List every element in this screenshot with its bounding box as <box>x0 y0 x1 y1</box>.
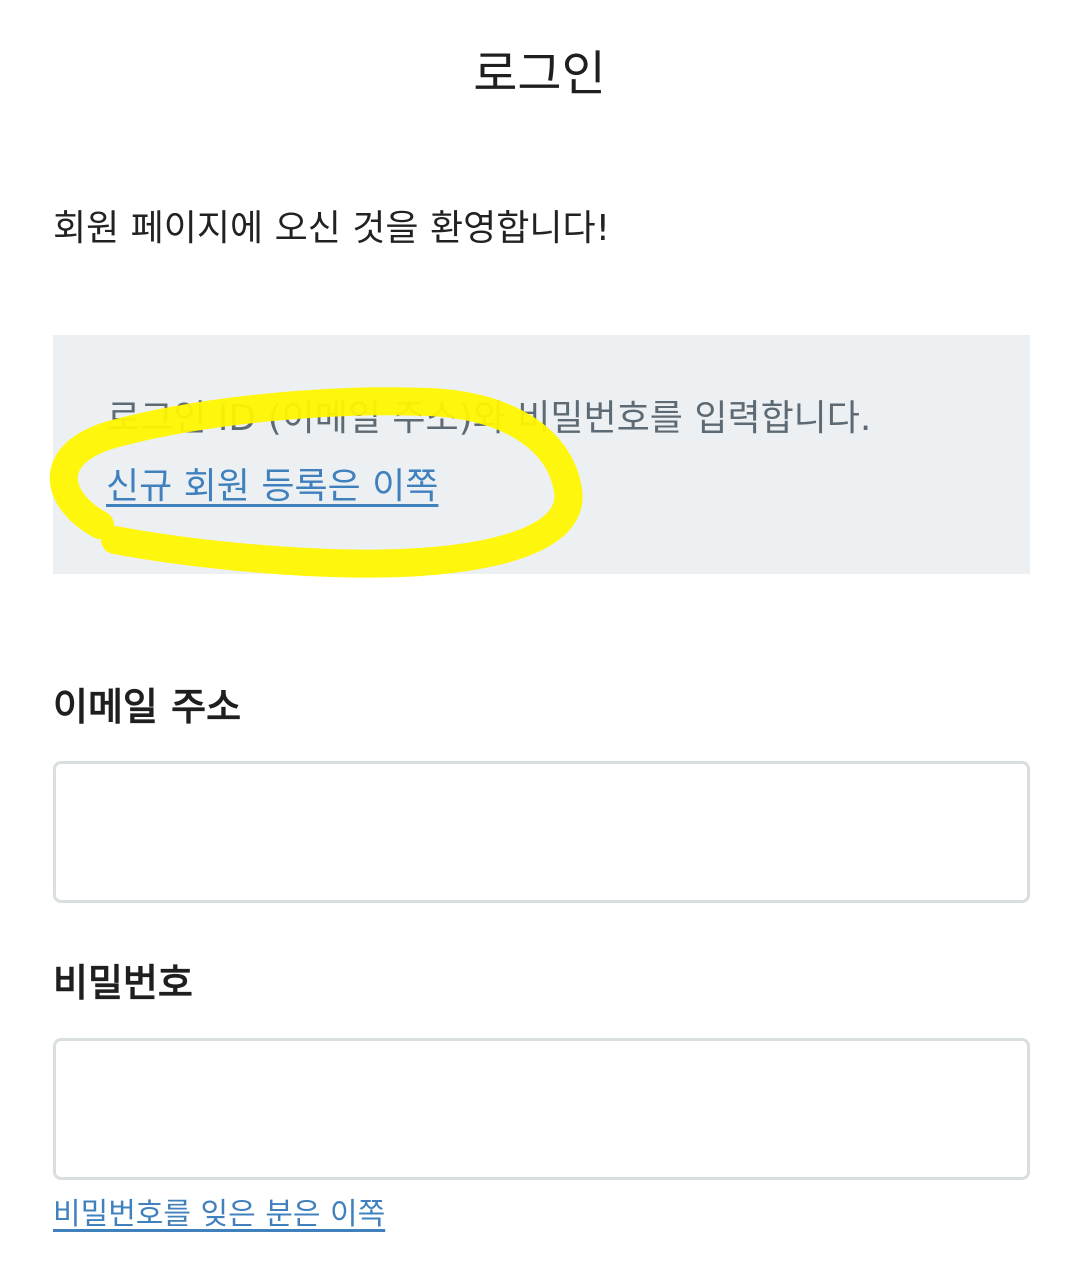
email-input[interactable] <box>53 761 1030 903</box>
login-info-box: 로그인 ID (이메일 주소)와 비밀번호를 입력합니다. 신규 회원 등록은 … <box>53 335 1030 574</box>
login-instructions: 로그인 ID (이메일 주소)와 비밀번호를 입력합니다. <box>107 398 872 439</box>
page-title: 로그인 <box>473 46 606 102</box>
password-input[interactable] <box>53 1038 1030 1180</box>
email-label: 이메일 주소 <box>53 685 242 729</box>
welcome-message: 회원 페이지에 오신 것을 환영합니다! <box>53 208 611 249</box>
forgot-password-link[interactable]: 비밀번호를 잊은 분은 이쪽 <box>53 1195 385 1235</box>
password-label: 비밀번호 <box>53 961 193 1005</box>
register-link[interactable]: 신규 회원 등록은 이쪽 <box>106 463 438 511</box>
